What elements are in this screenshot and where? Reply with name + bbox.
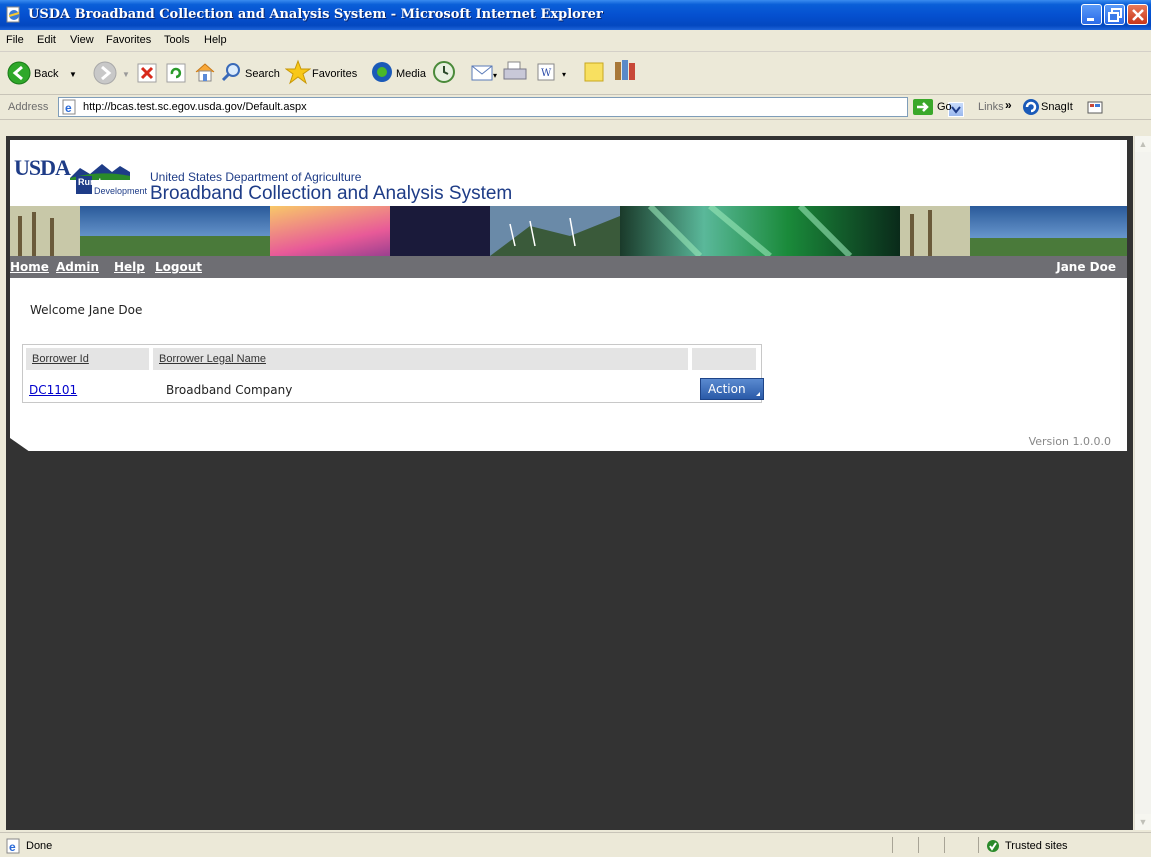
links-label[interactable]: Links bbox=[978, 101, 1004, 113]
forward-dropdown-icon[interactable]: ▼ bbox=[122, 70, 130, 79]
scroll-up-icon[interactable]: ▲ bbox=[1135, 136, 1151, 152]
go-button[interactable]: Go bbox=[937, 101, 952, 113]
print-icon[interactable] bbox=[502, 60, 528, 84]
chevron-right-icon[interactable]: » bbox=[1005, 98, 1012, 112]
forward-icon[interactable] bbox=[92, 60, 118, 86]
borrower-table: Borrower Id Borrower Legal Name DC1101 B… bbox=[22, 344, 764, 403]
status-divider bbox=[978, 837, 979, 853]
current-user-name: Jane Doe bbox=[1056, 260, 1116, 274]
welcome-message: Welcome Jane Doe bbox=[30, 303, 143, 317]
nav-bar: Home Admin Help Logout Jane Doe bbox=[10, 256, 1127, 278]
column-header-label[interactable]: Borrower Legal Name bbox=[159, 353, 266, 365]
search-icon[interactable] bbox=[221, 61, 243, 83]
nav-home-link[interactable]: Home bbox=[10, 260, 49, 274]
borrower-id-link[interactable]: DC1101 bbox=[29, 383, 77, 397]
page-content: USDA Rural Development United States Dep… bbox=[10, 140, 1127, 452]
status-divider bbox=[918, 837, 919, 853]
column-header-borrower-id[interactable]: Borrower Id bbox=[26, 348, 149, 370]
version-label: Version 1.0.0.0 bbox=[1028, 435, 1111, 448]
back-icon[interactable] bbox=[6, 60, 32, 86]
snagit-capture-icon[interactable] bbox=[1087, 99, 1105, 115]
stop-icon[interactable] bbox=[136, 62, 158, 84]
back-dropdown-icon[interactable]: ▼ bbox=[69, 70, 77, 79]
window-title: USDA Broadband Collection and Analysis S… bbox=[28, 7, 603, 22]
security-zone-label: Trusted sites bbox=[1005, 840, 1068, 852]
address-label: Address bbox=[8, 101, 49, 113]
department-name: United States Department of Agriculture bbox=[150, 170, 362, 184]
standard-toolbar: Back ▼ ▼ Search Favorites Media ▾ W ▾ bbox=[0, 52, 1151, 95]
svg-text:W: W bbox=[541, 68, 552, 79]
nav-logout-link[interactable]: Logout bbox=[155, 260, 202, 274]
ie-page-icon: e bbox=[6, 838, 20, 854]
go-arrow-icon[interactable] bbox=[912, 98, 934, 116]
column-header-borrower-legal-name[interactable]: Borrower Legal Name bbox=[153, 348, 688, 370]
menu-edit[interactable]: Edit bbox=[37, 34, 56, 46]
status-divider bbox=[892, 837, 893, 853]
discuss-icon[interactable] bbox=[582, 60, 606, 84]
favorites-icon[interactable] bbox=[285, 59, 311, 85]
favorites-label[interactable]: Favorites bbox=[312, 68, 357, 80]
page-viewport: USDA Rural Development United States Dep… bbox=[6, 136, 1133, 830]
menu-tools[interactable]: Tools bbox=[164, 34, 190, 46]
column-header-action bbox=[692, 348, 756, 370]
address-input[interactable]: e http://bcas.test.sc.egov.usda.gov/Defa… bbox=[58, 97, 964, 117]
home-icon[interactable] bbox=[193, 60, 217, 84]
menu-view[interactable]: View bbox=[70, 34, 94, 46]
refresh-icon[interactable] bbox=[165, 62, 187, 84]
status-text: Done bbox=[26, 840, 53, 852]
action-button-label: Action bbox=[708, 382, 746, 396]
snagit-button[interactable]: SnagIt bbox=[1041, 101, 1073, 113]
nav-help-link[interactable]: Help bbox=[114, 260, 145, 274]
restore-icon bbox=[1108, 8, 1122, 22]
snagit-icon[interactable] bbox=[1022, 98, 1040, 116]
minimize-icon bbox=[1087, 18, 1094, 21]
trusted-sites-icon bbox=[987, 840, 999, 852]
history-icon[interactable] bbox=[432, 60, 456, 84]
page-corner-decoration bbox=[10, 438, 30, 452]
menu-bar: File Edit View Favorites Tools Help bbox=[0, 30, 1151, 76]
svg-text:e: e bbox=[65, 101, 72, 115]
svg-text:e: e bbox=[9, 840, 16, 854]
dropdown-corner-icon bbox=[756, 392, 760, 396]
menu-favorites[interactable]: Favorites bbox=[106, 34, 151, 46]
research-icon[interactable] bbox=[612, 58, 638, 84]
mail-icon[interactable]: ▾ bbox=[470, 60, 498, 84]
close-button[interactable] bbox=[1127, 4, 1148, 25]
borrower-legal-name: Broadband Company bbox=[166, 383, 293, 397]
edit-word-icon[interactable]: W ▾ bbox=[536, 61, 572, 83]
usda-logo-text: USDA bbox=[14, 155, 71, 180]
svg-text:▾: ▾ bbox=[562, 70, 566, 79]
address-bar: Address e http://bcas.test.sc.egov.usda.… bbox=[0, 95, 1151, 120]
system-name: Broadband Collection and Analysis System bbox=[150, 183, 513, 204]
menu-help[interactable]: Help bbox=[204, 34, 227, 46]
nav-admin-link[interactable]: Admin bbox=[56, 260, 99, 274]
development-text: Development bbox=[94, 186, 148, 196]
minimize-button[interactable] bbox=[1081, 4, 1102, 25]
ie-page-icon: e bbox=[62, 99, 76, 115]
vertical-scrollbar[interactable]: ▲ ▼ bbox=[1134, 136, 1151, 830]
menu-file[interactable]: File bbox=[6, 34, 24, 46]
restore-button[interactable] bbox=[1104, 4, 1125, 25]
status-divider bbox=[944, 837, 945, 853]
back-label[interactable]: Back bbox=[34, 68, 58, 80]
address-url[interactable]: http://bcas.test.sc.egov.usda.gov/Defaul… bbox=[83, 101, 307, 113]
close-icon bbox=[1132, 9, 1144, 21]
search-label[interactable]: Search bbox=[245, 68, 280, 80]
status-bar: e Done Trusted sites bbox=[0, 832, 1151, 857]
scroll-down-icon[interactable]: ▼ bbox=[1135, 814, 1151, 830]
svg-text:▾: ▾ bbox=[493, 71, 497, 80]
media-icon[interactable] bbox=[370, 60, 394, 84]
banner-image bbox=[10, 206, 1127, 256]
window-titlebar[interactable]: USDA Broadband Collection and Analysis S… bbox=[0, 0, 1151, 30]
column-header-label[interactable]: Borrower Id bbox=[32, 353, 89, 365]
action-button[interactable]: Action bbox=[700, 378, 764, 400]
media-label[interactable]: Media bbox=[396, 68, 426, 80]
ie-page-icon bbox=[6, 6, 20, 23]
